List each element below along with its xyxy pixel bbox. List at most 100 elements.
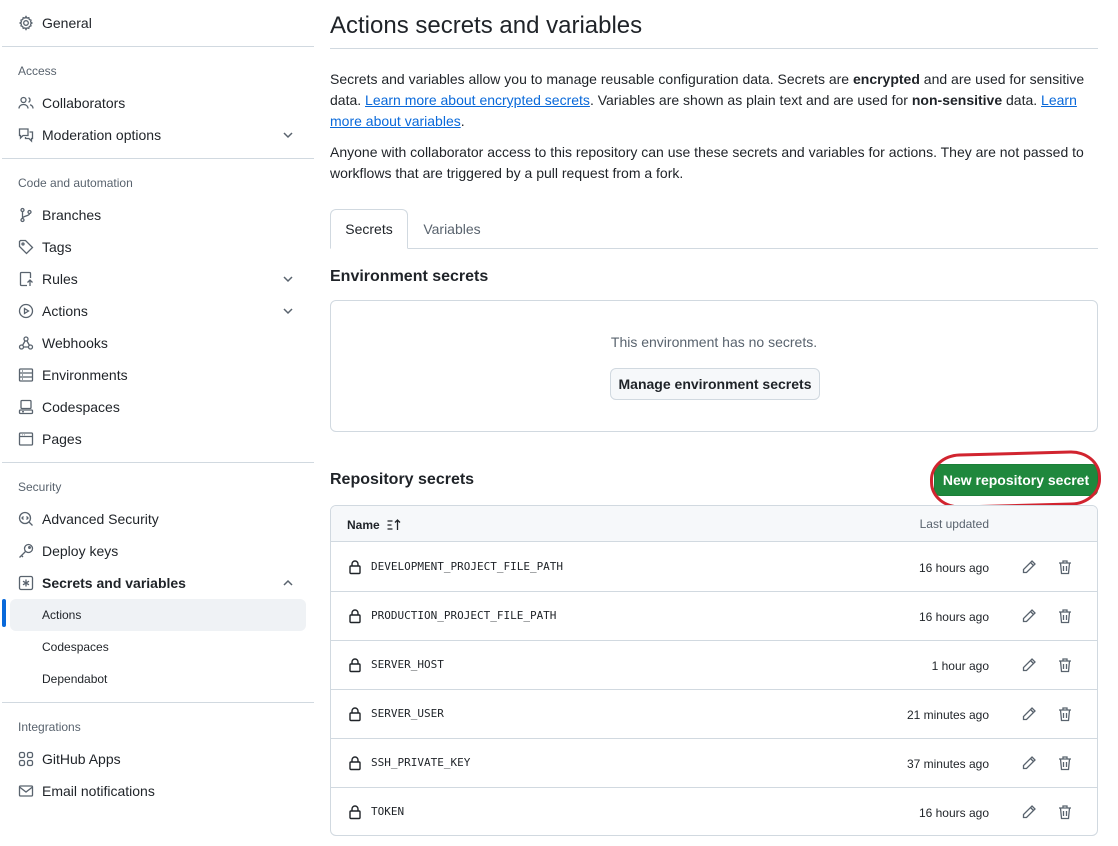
sidebar-item-moderation[interactable]: Moderation options bbox=[10, 119, 306, 151]
codespaces-icon bbox=[18, 399, 34, 415]
sidebar-divider bbox=[2, 158, 314, 159]
sidebar-item-secrets-variables[interactable]: Secrets and variables bbox=[10, 567, 306, 599]
pencil-icon[interactable] bbox=[1019, 606, 1039, 626]
sidebar-item-collaborators[interactable]: Collaborators bbox=[10, 87, 306, 119]
sidebar-item-label: General bbox=[42, 15, 92, 31]
secret-updated: 37 minutes ago bbox=[906, 757, 989, 771]
secret-updated: 16 hours ago bbox=[918, 610, 989, 624]
sidebar-item-codespaces[interactable]: Codespaces bbox=[10, 391, 306, 423]
repository-secrets-table: Name Last updated DEVELOPMENT_PROJECT_FI… bbox=[330, 505, 1098, 836]
sidebar-item-label: Environments bbox=[42, 367, 128, 383]
play-icon bbox=[18, 303, 34, 319]
trash-icon[interactable] bbox=[1055, 753, 1075, 773]
sidebar-item-label: Webhooks bbox=[42, 335, 108, 351]
pencil-icon[interactable] bbox=[1019, 557, 1039, 577]
manage-environment-secrets-button[interactable]: Manage environment secrets bbox=[610, 368, 820, 400]
sidebar-section-access: Access bbox=[18, 64, 57, 78]
page-title: Actions secrets and variables bbox=[330, 12, 643, 39]
table-row: SERVER_HOST 1 hour ago bbox=[331, 641, 1097, 690]
lock-icon bbox=[349, 658, 361, 673]
pencil-icon[interactable] bbox=[1019, 802, 1039, 822]
sidebar-item-label: Actions bbox=[42, 608, 82, 622]
codescan-icon bbox=[18, 511, 34, 527]
asterisk-icon bbox=[18, 575, 34, 591]
sidebar-item-label: Collaborators bbox=[42, 95, 126, 111]
sidebar-item-label: Dependabot bbox=[42, 672, 108, 686]
sidebar-subitem-dependabot[interactable]: Dependabot bbox=[10, 663, 306, 695]
comment-discussion-icon bbox=[18, 127, 34, 143]
sidebar-item-branches[interactable]: Branches bbox=[10, 199, 306, 231]
trash-icon[interactable] bbox=[1055, 557, 1075, 577]
new-repository-secret-button[interactable]: New repository secret bbox=[934, 464, 1098, 496]
chevron-down-icon[interactable] bbox=[280, 303, 296, 319]
server-icon bbox=[18, 367, 34, 383]
sidebar-subitem-actions[interactable]: Actions bbox=[10, 599, 306, 631]
sidebar-item-label: Secrets and variables bbox=[42, 575, 186, 591]
secret-updated: 16 hours ago bbox=[918, 561, 989, 575]
sidebar-item-label: Codespaces bbox=[42, 399, 120, 415]
sidebar-item-label: GitHub Apps bbox=[42, 751, 121, 767]
secret-name: SERVER_HOST bbox=[371, 658, 444, 671]
secret-name: SSH_PRIVATE_KEY bbox=[371, 756, 471, 769]
name-column-header[interactable]: Name bbox=[347, 517, 402, 533]
environment-empty-message: This environment has no secrets. bbox=[610, 334, 818, 350]
name-column-label: Name bbox=[347, 518, 380, 532]
pencil-icon[interactable] bbox=[1019, 753, 1039, 773]
active-indicator bbox=[2, 599, 6, 627]
secret-name: DEVELOPMENT_PROJECT_FILE_PATH bbox=[371, 560, 564, 573]
sidebar-subitem-codespaces[interactable]: Codespaces bbox=[10, 631, 306, 663]
pencil-icon[interactable] bbox=[1019, 655, 1039, 675]
apps-icon bbox=[18, 751, 34, 767]
pencil-icon[interactable] bbox=[1019, 704, 1039, 724]
sidebar-item-webhooks[interactable]: Webhooks bbox=[10, 327, 306, 359]
sidebar-item-label: Deploy keys bbox=[42, 543, 119, 559]
sidebar-item-github-apps[interactable]: GitHub Apps bbox=[10, 743, 306, 775]
trash-icon[interactable] bbox=[1055, 655, 1075, 675]
secret-updated: 16 hours ago bbox=[918, 806, 989, 820]
secret-name: PRODUCTION_PROJECT_FILE_PATH bbox=[371, 609, 557, 622]
last-updated-column-header: Last updated bbox=[919, 517, 989, 531]
secret-name: TOKEN bbox=[371, 805, 405, 818]
intro-text: Secrets and variables allow you to manag… bbox=[330, 69, 1098, 132]
settings-sidebar: General Access Collaborators Moderation … bbox=[0, 0, 314, 846]
sidebar-item-email-notifications[interactable]: Email notifications bbox=[10, 775, 306, 807]
webhook-icon bbox=[18, 335, 34, 351]
sidebar-item-actions[interactable]: Actions bbox=[10, 295, 306, 327]
tab-variables[interactable]: Variables bbox=[410, 209, 494, 249]
tab-secrets[interactable]: Secrets bbox=[330, 209, 408, 249]
sidebar-item-tags[interactable]: Tags bbox=[10, 231, 306, 263]
lock-icon bbox=[349, 707, 361, 722]
sidebar-item-deploy-keys[interactable]: Deploy keys bbox=[10, 535, 306, 567]
intro-text-part: . Variables are shown as plain text and … bbox=[589, 92, 912, 108]
sidebar-item-rules[interactable]: Rules bbox=[10, 263, 306, 295]
intro-bold: non-sensitive bbox=[911, 92, 1003, 108]
sidebar-section-code-automation: Code and automation bbox=[18, 176, 133, 190]
title-divider bbox=[330, 48, 1098, 49]
sidebar-item-label: Branches bbox=[42, 207, 102, 223]
chevron-down-icon[interactable] bbox=[280, 127, 296, 143]
lock-icon bbox=[349, 609, 361, 624]
people-icon bbox=[18, 95, 34, 111]
trash-icon[interactable] bbox=[1055, 802, 1075, 822]
sidebar-item-advanced-security[interactable]: Advanced Security bbox=[10, 503, 306, 535]
environment-secrets-title: Environment secrets bbox=[330, 268, 489, 285]
environment-secrets-box: This environment has no secrets. Manage … bbox=[330, 300, 1098, 432]
secret-updated: 1 hour ago bbox=[931, 659, 989, 673]
sidebar-item-general[interactable]: General bbox=[10, 7, 306, 39]
sidebar-item-label: Rules bbox=[42, 271, 78, 287]
sidebar-section-security: Security bbox=[18, 480, 62, 494]
learn-more-secrets-link[interactable]: Learn more about encrypted secrets bbox=[365, 92, 590, 108]
chevron-down-icon[interactable] bbox=[280, 271, 296, 287]
chevron-up-icon[interactable] bbox=[280, 575, 296, 591]
mail-icon bbox=[18, 783, 34, 799]
sidebar-divider bbox=[2, 702, 314, 703]
tag-icon bbox=[18, 239, 34, 255]
trash-icon[interactable] bbox=[1055, 606, 1075, 626]
sidebar-item-pages[interactable]: Pages bbox=[10, 423, 306, 455]
trash-icon[interactable] bbox=[1055, 704, 1075, 724]
sort-asc-icon[interactable] bbox=[386, 517, 402, 533]
sidebar-divider bbox=[2, 46, 314, 47]
sidebar-item-environments[interactable]: Environments bbox=[10, 359, 306, 391]
table-row: SSH_PRIVATE_KEY 37 minutes ago bbox=[331, 739, 1097, 788]
sidebar-item-label: Tags bbox=[42, 239, 72, 255]
